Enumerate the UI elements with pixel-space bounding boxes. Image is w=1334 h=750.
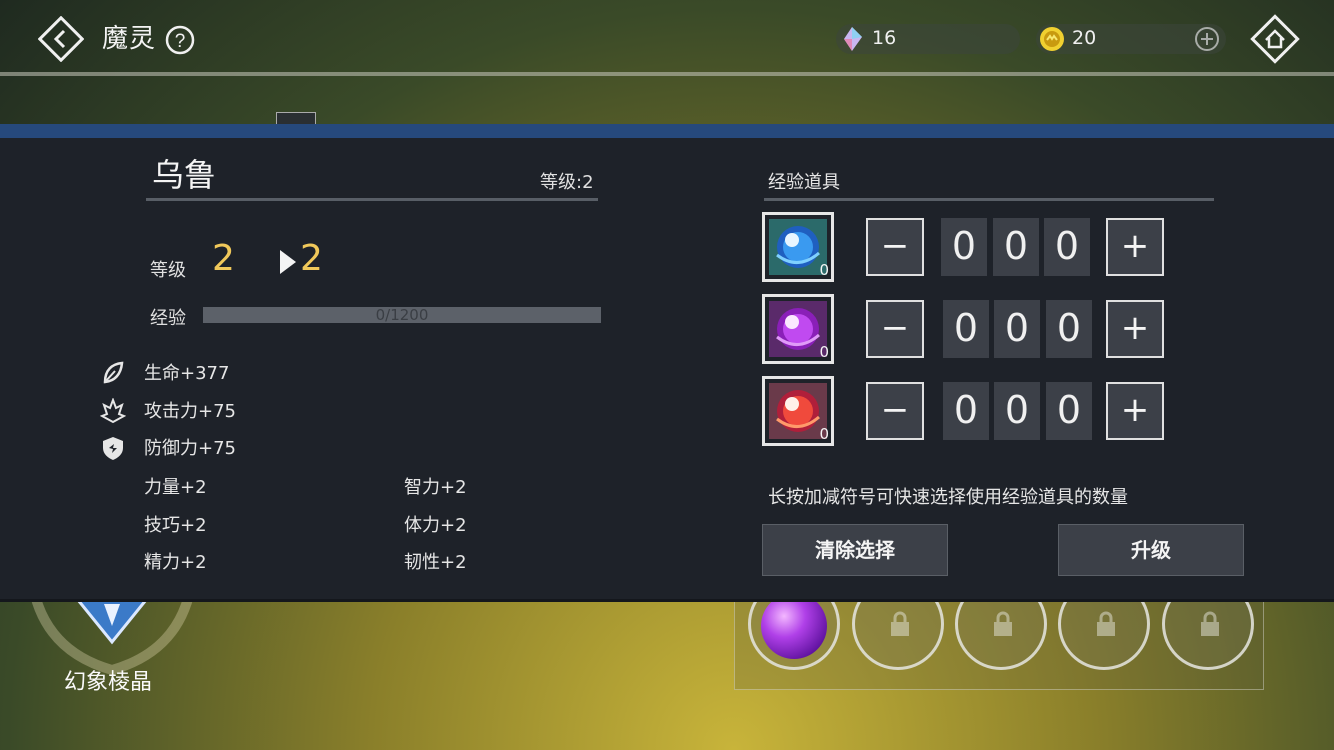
hint-text: 长按加减符号可快速选择使用经验道具的数量 (768, 487, 1128, 508)
current-level: 2 (212, 238, 235, 279)
quantity-digit: 0 (1044, 218, 1090, 276)
modal-header-bar (0, 124, 1334, 138)
quantity-digit: 0 (993, 218, 1039, 276)
divider (764, 198, 1214, 201)
exp-item-slot[interactable]: 0 (762, 294, 834, 364)
divider (146, 198, 598, 201)
stat-hp: 生命+377 (144, 363, 230, 384)
crystal-currency: 16 (836, 24, 1020, 54)
coin-currency: 20 (1036, 24, 1226, 54)
exp-item-count: 0 (819, 425, 829, 443)
exp-item-slot[interactable]: 0 (762, 376, 834, 446)
arrow-right-icon (280, 250, 296, 274)
decrease-button[interactable]: − (866, 218, 924, 276)
attr-skill: 技巧+2 (144, 515, 207, 536)
lock-icon (1201, 611, 1219, 636)
quantity-digit: 0 (1046, 382, 1092, 440)
lock-icon (1097, 611, 1115, 636)
upgrade-button[interactable]: 升级 (1058, 524, 1244, 576)
quantity-digit: 0 (941, 218, 987, 276)
exp-item-row: 0 − 0 0 0 + (762, 294, 1168, 364)
quantity-digit: 0 (994, 382, 1040, 440)
help-icon[interactable]: ? (164, 24, 196, 56)
shield-icon (103, 437, 123, 460)
decrease-button[interactable]: − (866, 300, 924, 358)
quantity-digit: 0 (994, 300, 1040, 358)
quantity-digit: 0 (943, 300, 989, 358)
exp-item-slot[interactable]: 0 (762, 212, 834, 282)
add-coin-icon[interactable] (1194, 26, 1220, 52)
exp-item-count: 0 (819, 343, 829, 361)
lock-icon (994, 611, 1012, 636)
increase-button[interactable]: + (1106, 300, 1164, 358)
exp-item-row: 0 − 0 0 0 + (762, 212, 1168, 282)
exp-progress-text: 0/1200 (375, 306, 429, 324)
level-up-modal: 乌鲁 等级:2 等级 2 2 经验 0/1200 生命+377 攻击力+75 防… (0, 138, 1334, 602)
attr-strength: 力量+2 (144, 477, 207, 498)
exp-progress-bar: 0/1200 (203, 306, 601, 324)
exp-item-row: 0 − 0 0 0 + (762, 376, 1168, 446)
fire-icon (100, 398, 126, 424)
leaf-icon (103, 361, 124, 384)
divider (0, 72, 1334, 76)
stat-attack: 攻击力+75 (144, 401, 236, 422)
home-icon[interactable] (1250, 14, 1300, 64)
decrease-button[interactable]: − (866, 382, 924, 440)
blue-orb-icon (769, 219, 827, 275)
exp-item-count: 0 (819, 261, 829, 279)
spirit-name: 乌鲁 (152, 156, 217, 194)
top-bar: 魔灵 ? 16 20 (0, 0, 1334, 76)
crystal-icon (844, 27, 862, 51)
purple-orb-icon (769, 301, 827, 357)
increase-button[interactable]: + (1106, 382, 1164, 440)
attr-stamina: 体力+2 (404, 515, 467, 536)
red-orb-icon (769, 383, 827, 439)
next-level: 2 (300, 238, 323, 279)
svg-text:?: ? (175, 31, 186, 52)
attr-toughness: 韧性+2 (404, 552, 467, 573)
page-title: 魔灵 (102, 24, 157, 54)
lock-icon (891, 611, 909, 636)
clear-selection-button[interactable]: 清除选择 (762, 524, 948, 576)
purple-orb-icon (761, 593, 827, 659)
increase-button[interactable]: + (1106, 218, 1164, 276)
level-summary: 等级:2 (540, 172, 594, 193)
back-icon[interactable] (38, 16, 84, 62)
coin-icon (1040, 27, 1064, 51)
crystal-amount: 16 (872, 27, 897, 49)
prism-label: 幻象棱晶 (64, 670, 153, 695)
level-label: 等级 (150, 260, 186, 281)
attr-intelligence: 智力+2 (404, 477, 467, 498)
quantity-digit: 0 (1046, 300, 1092, 358)
exp-label: 经验 (150, 308, 186, 329)
attr-spirit: 精力+2 (144, 552, 207, 573)
coin-amount: 20 (1072, 27, 1097, 49)
exp-items-title: 经验道具 (768, 172, 840, 193)
stat-defense: 防御力+75 (144, 438, 236, 459)
quantity-digit: 0 (943, 382, 989, 440)
